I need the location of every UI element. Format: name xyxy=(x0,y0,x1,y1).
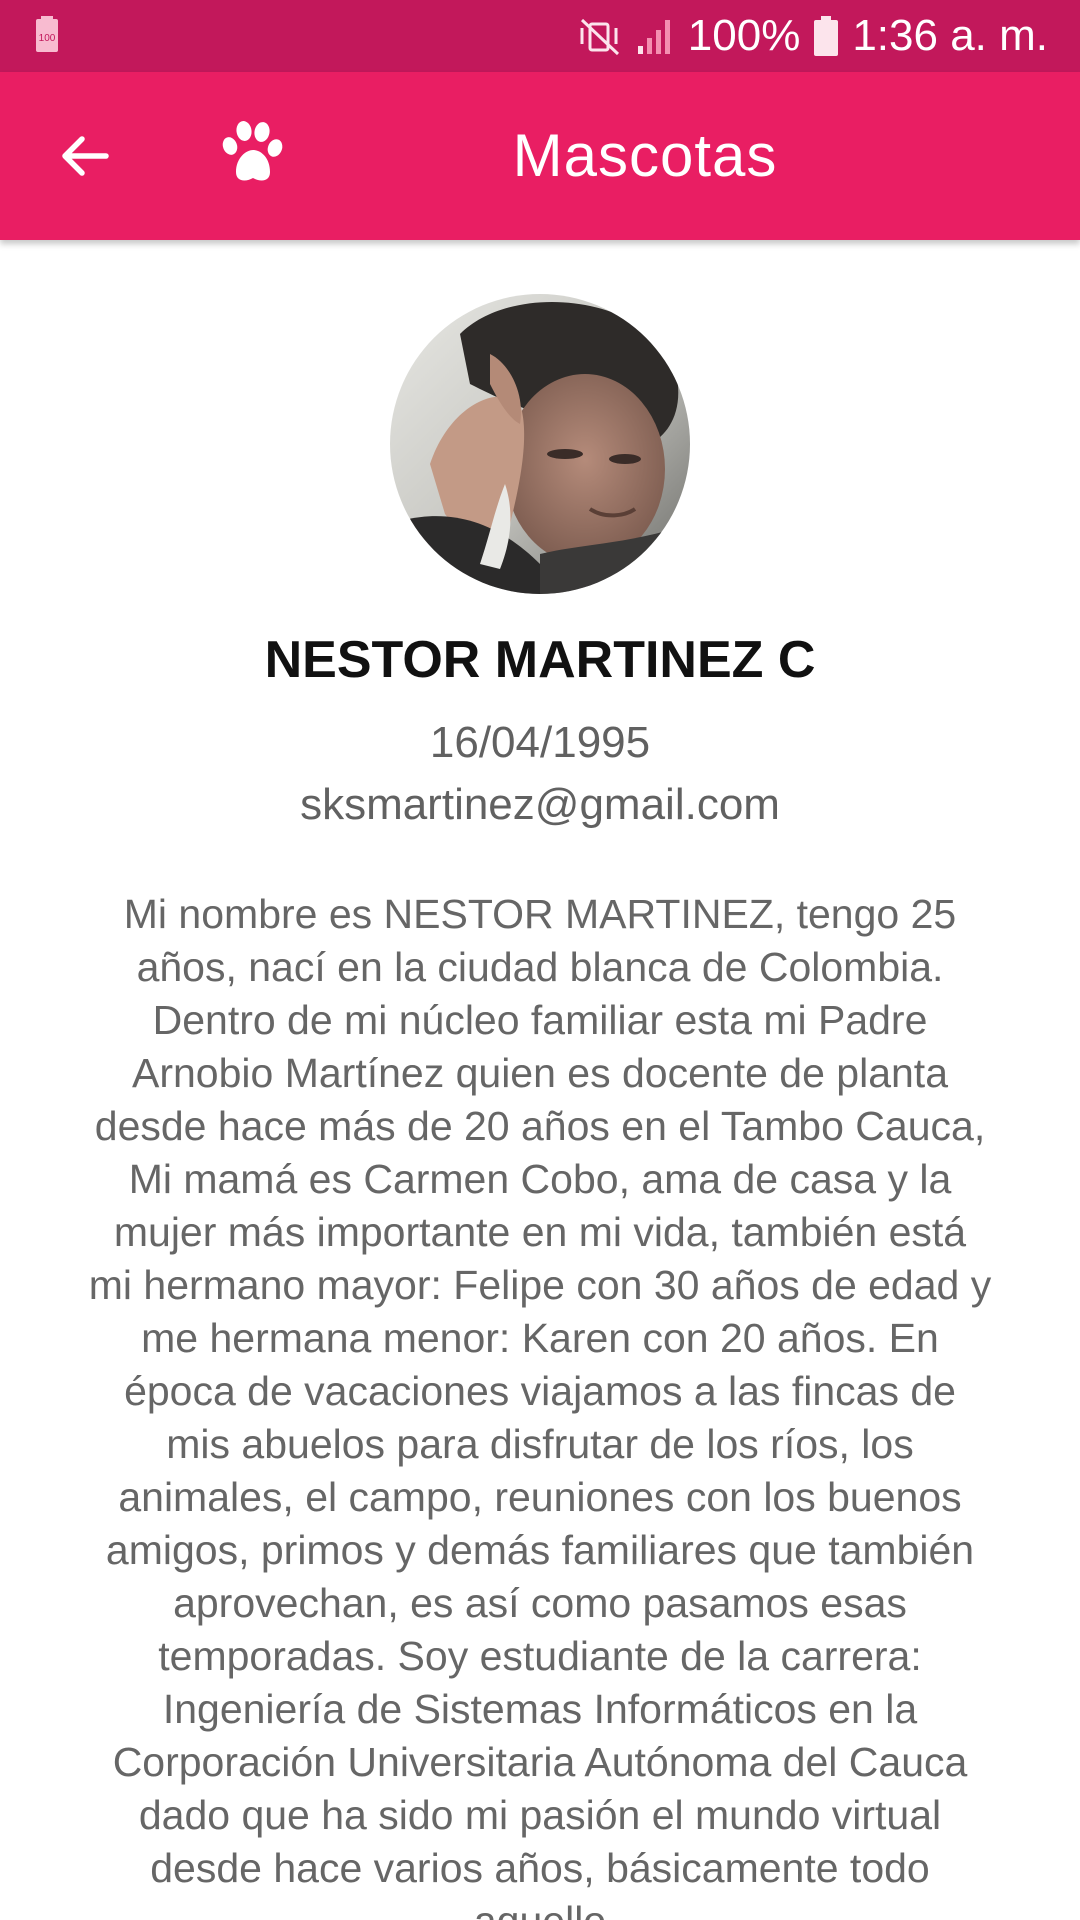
app-bar: Mascotas xyxy=(0,72,1080,240)
battery-saver-icon: 100 xyxy=(36,16,58,52)
email-address[interactable]: sksmartinez@gmail.com xyxy=(0,780,1080,830)
battery-icon xyxy=(814,16,839,56)
profile-content: NESTOR MARTINEZ C 16/04/1995 sksmartinez… xyxy=(0,240,1080,1920)
vibrate-mute-icon xyxy=(578,16,622,56)
status-icons: 100% 1:36 a. m. xyxy=(578,0,1048,72)
battery-small-label: 100 xyxy=(39,33,56,44)
app-title: Mascotas xyxy=(512,122,778,189)
birth-date: 16/04/1995 xyxy=(429,718,651,767)
bio-text: Mi nombre es NESTOR MARTINEZ, tengo 25 a… xyxy=(88,891,992,1920)
signal-icon xyxy=(636,16,674,56)
screen: 100 100% 1:36 a. m. Mascotas NESTOR MART… xyxy=(0,0,1080,1920)
profile-photo xyxy=(390,294,690,594)
status-time: 1:36 a. m. xyxy=(852,11,1048,60)
battery-percent: 100% xyxy=(687,11,801,60)
status-bar: 100 100% 1:36 a. m. xyxy=(0,0,1080,72)
profile-name: NESTOR MARTINEZ C xyxy=(264,631,816,689)
